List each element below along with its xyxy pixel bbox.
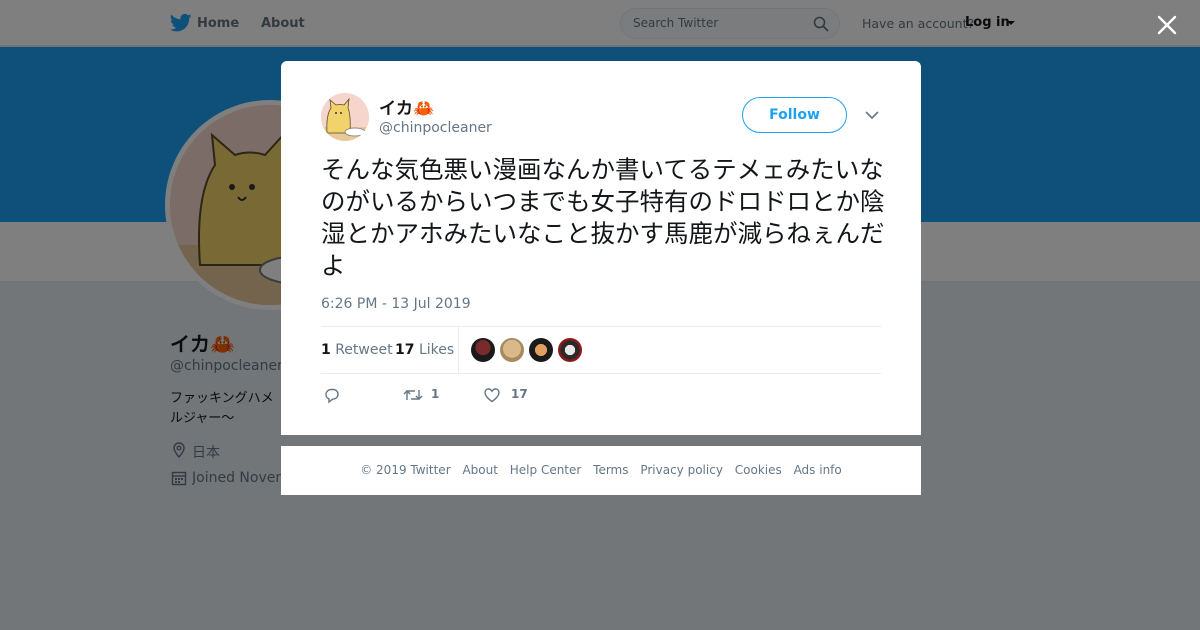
like-count: 17 xyxy=(395,342,415,358)
tweet-modal: イカ🦀 @chinpocleaner Follow そんな気色悪い漫画なんか書い… xyxy=(281,61,921,435)
retweet-label: Retweet xyxy=(335,342,393,358)
footer-link-terms[interactable]: Terms xyxy=(593,463,628,477)
retweet-count: 1 xyxy=(321,342,331,358)
footer-link-privacy[interactable]: Privacy policy xyxy=(640,463,723,477)
footer-copyright: © 2019 Twitter xyxy=(360,463,451,477)
liker-avatar[interactable] xyxy=(500,338,524,362)
tweet-author-avatar[interactable] xyxy=(321,93,369,141)
tweet-timestamp[interactable]: 6:26 PM - 13 Jul 2019 xyxy=(321,296,471,312)
heart-icon[interactable] xyxy=(483,386,501,404)
chevron-down-icon[interactable] xyxy=(865,111,879,120)
close-icon[interactable] xyxy=(1155,13,1179,37)
stats-divider xyxy=(458,327,459,373)
like-action-count: 17 xyxy=(511,387,528,401)
tweet-actions: 1 17 xyxy=(321,383,621,407)
footer-link-help-center[interactable]: Help Center xyxy=(510,463,582,477)
likes-label: Likes xyxy=(418,342,455,358)
liker-avatar[interactable] xyxy=(529,338,553,362)
footer-link-cookies[interactable]: Cookies xyxy=(735,463,782,477)
tweet-text: そんな気色悪い漫画なんか書いてるテメェみたいなのがいるからいつまでも女子特有のド… xyxy=(321,155,885,280)
liker-avatar[interactable] xyxy=(558,338,582,362)
cat-illustration-icon xyxy=(321,93,369,141)
retweet-action-count: 1 xyxy=(431,387,440,401)
follow-button[interactable]: Follow xyxy=(742,97,847,133)
retweet-icon[interactable] xyxy=(403,386,423,404)
tweet-stats: 1 Retweet 17 Likes xyxy=(321,326,881,374)
modal-footer: © 2019 Twitter About Help Center Terms P… xyxy=(281,446,921,495)
reply-icon[interactable] xyxy=(323,386,341,404)
footer-link-about[interactable]: About xyxy=(462,463,497,477)
liker-avatar[interactable] xyxy=(471,338,495,362)
retweet-stat[interactable]: 1 Retweet xyxy=(321,342,393,358)
tweet-author-handle[interactable]: @chinpocleaner xyxy=(379,120,492,136)
footer-link-ads-info[interactable]: Ads info xyxy=(794,463,842,477)
likes-stat[interactable]: 17 Likes xyxy=(395,342,454,358)
tweet-author-name[interactable]: イカ🦀 xyxy=(379,94,434,119)
